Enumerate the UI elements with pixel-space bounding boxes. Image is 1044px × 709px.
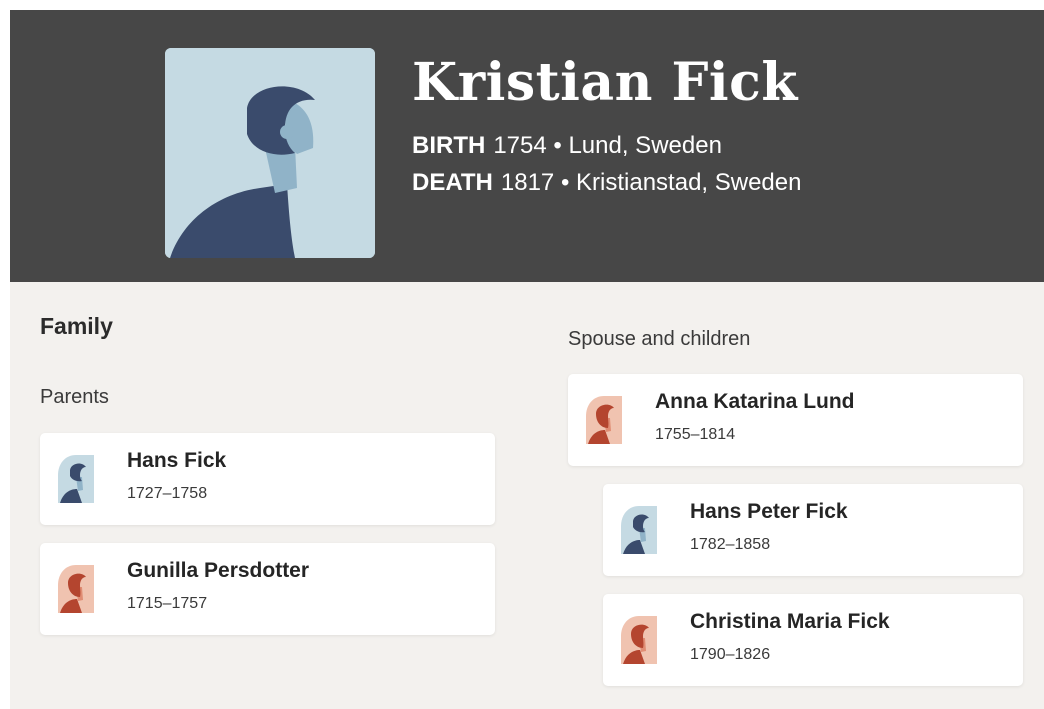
death-value: 1817 • Kristianstad, Sweden xyxy=(500,169,802,196)
male-silhouette-icon xyxy=(165,48,375,258)
person-card-christina-maria-fick[interactable]: Christina Maria Fick 1790–1826 xyxy=(603,594,1023,686)
person-name: Hans Peter Fick xyxy=(690,500,848,523)
female-avatar-icon xyxy=(584,394,624,444)
birth-label: BIRTH xyxy=(412,132,486,159)
profile-header: Kristian Fick BIRTH 1754 • Lund, Sweden D… xyxy=(10,10,1044,282)
person-name: Kristian Fick xyxy=(412,52,798,113)
family-heading: Family xyxy=(40,313,113,339)
female-avatar-icon xyxy=(56,563,96,613)
death-fact: DEATH 1817 • Kristianstad, Sweden xyxy=(412,169,801,197)
male-avatar-icon xyxy=(56,453,96,503)
spouse-children-heading: Spouse and children xyxy=(568,328,751,350)
birth-value: 1754 • Lund, Sweden xyxy=(493,132,722,159)
male-avatar-icon xyxy=(619,504,659,554)
person-dates: 1727–1758 xyxy=(127,485,208,502)
person-name: Gunilla Persdotter xyxy=(127,559,310,582)
person-name: Hans Fick xyxy=(127,449,227,472)
person-card-hans-peter-fick[interactable]: Hans Peter Fick 1782–1858 xyxy=(603,484,1023,576)
person-dates: 1715–1757 xyxy=(127,595,208,612)
person-name: Christina Maria Fick xyxy=(690,610,890,633)
person-dates: 1782–1858 xyxy=(690,536,771,553)
death-label: DEATH xyxy=(412,169,493,196)
person-card-gunilla-persdotter[interactable]: Gunilla Persdotter 1715–1757 xyxy=(40,543,495,635)
person-name: Anna Katarina Lund xyxy=(655,390,855,413)
parents-heading: Parents xyxy=(40,386,109,408)
person-card-anna-katarina-lund[interactable]: Anna Katarina Lund 1755–1814 xyxy=(568,374,1023,466)
birth-fact: BIRTH 1754 • Lund, Sweden xyxy=(412,132,722,160)
person-profile: Kristian Fick BIRTH 1754 • Lund, Sweden D… xyxy=(10,10,1044,709)
female-avatar-icon xyxy=(619,614,659,664)
person-dates: 1790–1826 xyxy=(690,646,771,663)
person-dates: 1755–1814 xyxy=(655,426,736,443)
person-card-hans-fick[interactable]: Hans Fick 1727–1758 xyxy=(40,433,495,525)
